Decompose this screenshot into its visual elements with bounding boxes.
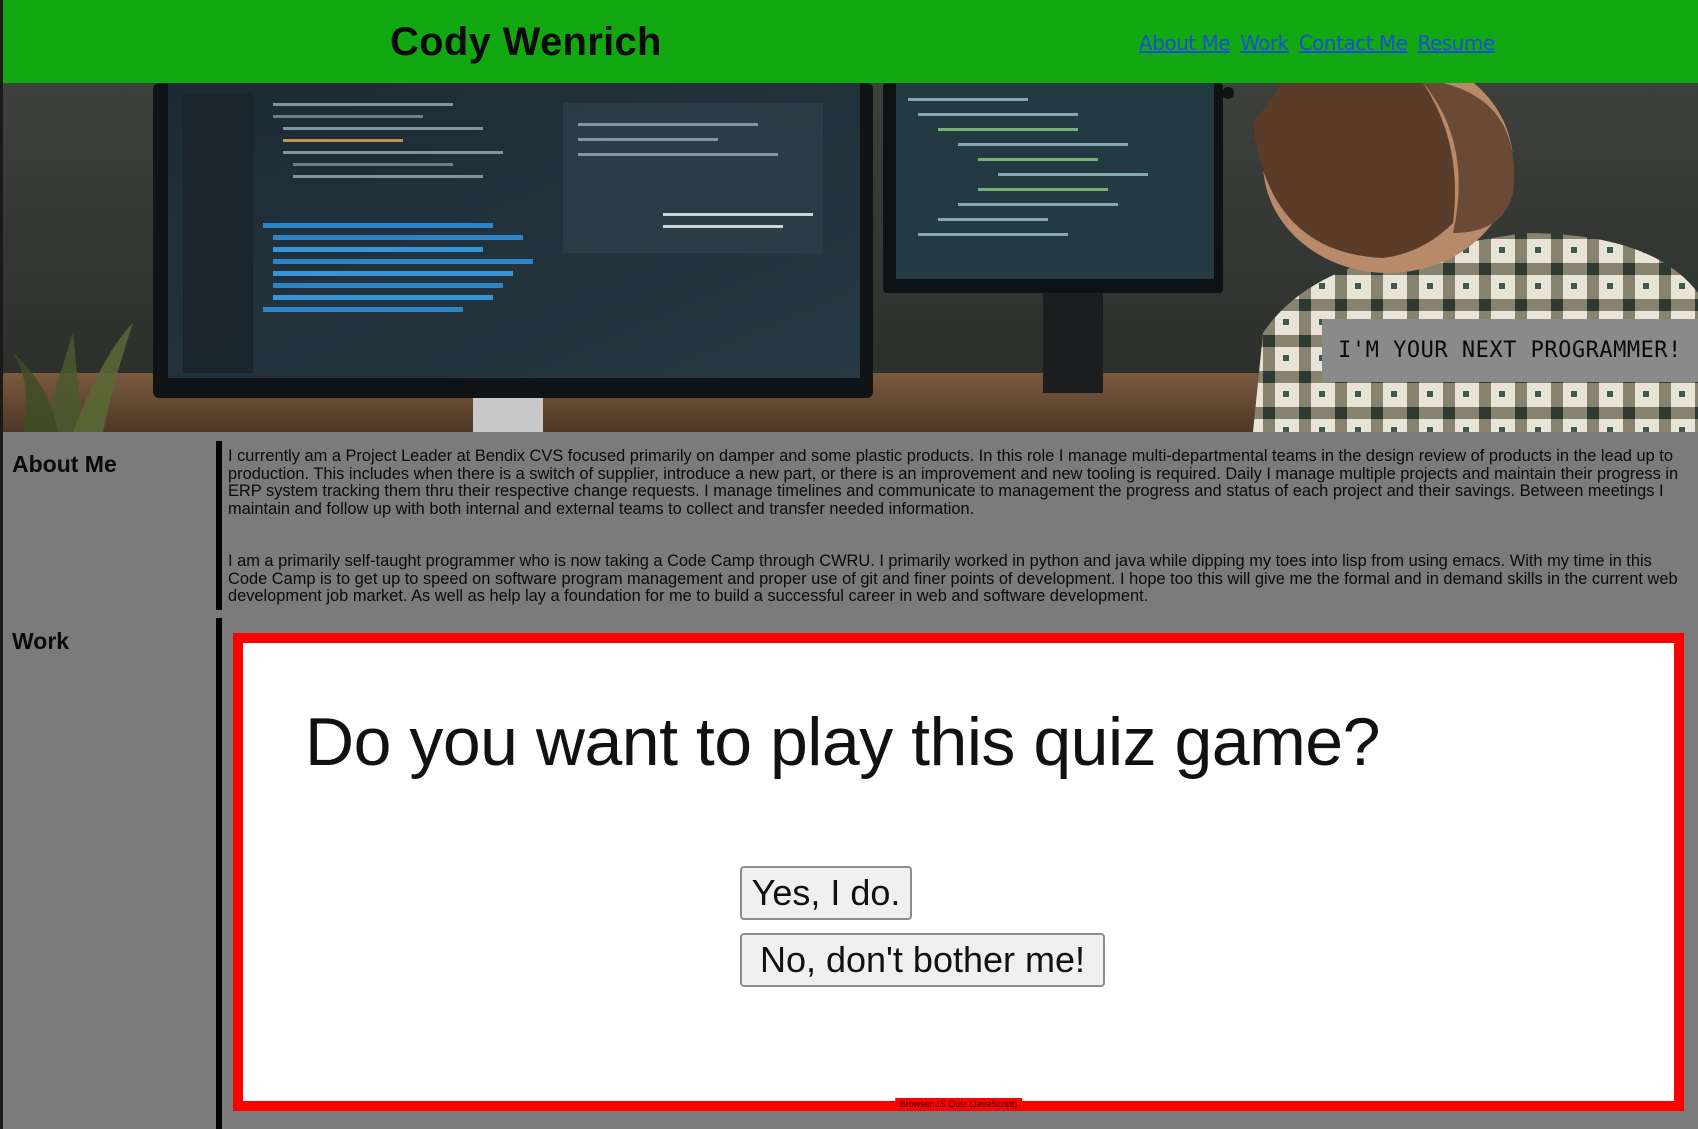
page: Cody Wenrich About Me Work Contact Me Re… <box>0 0 1698 1129</box>
work-body: Do you want to play this quiz game? Yes,… <box>216 618 1698 1129</box>
nav-link-about-me[interactable]: About Me <box>1139 31 1231 55</box>
about-heading: About Me <box>12 451 117 477</box>
about-paragraph: I currently am a Project Leader at Bendi… <box>228 447 1679 518</box>
site-title: Cody Wenrich <box>390 20 662 64</box>
nav-link-contact-me[interactable]: Contact Me <box>1299 31 1408 55</box>
about-paragraph: I am a primarily self-taught programmer … <box>228 552 1678 605</box>
about-body: I currently am a Project Leader at Bendi… <box>216 441 1698 610</box>
about-section: About Me I currently am a Project Leader… <box>3 441 1698 610</box>
project-card-quiz[interactable]: Do you want to play this quiz game? Yes,… <box>233 633 1684 1111</box>
main-nav: About Me Work Contact Me Resume <box>1139 31 1495 55</box>
quiz-no-button[interactable]: No, don't bother me! <box>740 933 1105 987</box>
site-header: Cody Wenrich About Me Work Contact Me Re… <box>3 0 1698 84</box>
quiz-question: Do you want to play this quiz game? <box>305 704 1380 780</box>
work-section: Work Do you want to play this quiz game?… <box>3 618 1698 1129</box>
hero-tagline: I'M YOUR NEXT PROGRAMMER! <box>1322 319 1698 382</box>
quiz-yes-button[interactable]: Yes, I do. <box>740 866 912 920</box>
nav-link-work[interactable]: Work <box>1240 31 1289 55</box>
work-heading: Work <box>12 628 70 654</box>
project-caption[interactable]: Browser JS Quiz (JavaScript) <box>894 1098 1023 1110</box>
nav-link-resume[interactable]: Resume <box>1417 31 1495 55</box>
hero-banner: I'M YOUR NEXT PROGRAMMER! <box>3 83 1698 432</box>
